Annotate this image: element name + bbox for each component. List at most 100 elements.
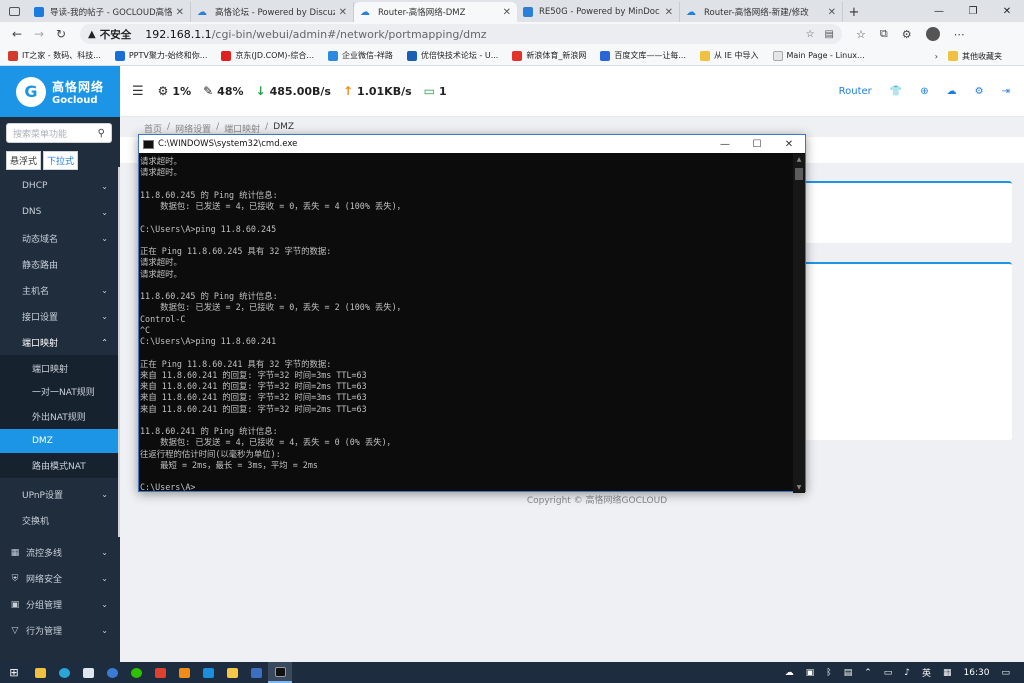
close-window-button[interactable]: ✕: [990, 0, 1024, 22]
scroll-up-icon[interactable]: ▲: [793, 156, 805, 163]
insecure-label[interactable]: 不安全: [100, 27, 132, 42]
maximize-button[interactable]: ❐: [956, 0, 990, 22]
sidebar-item-flow-control[interactable]: ▦ 流控多线 ⌄: [0, 540, 120, 566]
mode-dropdown-button[interactable]: 下拉式: [43, 151, 79, 170]
sidebar-item-upnp[interactable]: UPnP设置 ⌄: [0, 482, 120, 508]
cmd-close-button[interactable]: ✕: [773, 139, 805, 150]
shirt-icon[interactable]: 👕: [890, 86, 902, 97]
close-icon[interactable]: ✕: [503, 7, 511, 18]
submenu-item-outbound-nat[interactable]: 外出NAT规则: [0, 404, 120, 429]
close-icon[interactable]: ✕: [828, 7, 836, 18]
chevron-up-icon[interactable]: ⌃: [864, 668, 872, 678]
app-logo[interactable]: G 高恪网络 Gocloud: [0, 66, 120, 117]
submenu-item-one-to-one-nat[interactable]: 一对一NAT规则: [0, 380, 120, 405]
settings-gear-icon[interactable]: ⚙: [975, 86, 984, 97]
taskbar-wechat[interactable]: [124, 662, 148, 683]
browser-tab-2[interactable]: ☁ 高恪论坛 - Powered by Discuz! ✕: [191, 2, 354, 22]
taskbar-app-blue[interactable]: [196, 662, 220, 683]
sidebar-item-port-mapping[interactable]: 端口映射 ⌃: [0, 329, 120, 355]
sidebar-item-dhcp[interactable]: DHCP ⌄: [0, 173, 120, 199]
bookmark-item[interactable]: PPTV聚力-始终和你...: [114, 50, 207, 61]
sidebar-item-ddns[interactable]: 动态域名 ⌄: [0, 225, 120, 251]
minimize-button[interactable]: —: [922, 0, 956, 22]
bookmark-item[interactable]: 从 IE 中导入: [700, 50, 759, 61]
router-label[interactable]: Router: [839, 86, 872, 97]
sidebar-item-static-route[interactable]: 静态路由: [0, 251, 120, 277]
back-button[interactable]: ←: [6, 27, 28, 41]
cloud-upload-icon[interactable]: ☁: [947, 86, 957, 97]
mode-float-button[interactable]: 悬浮式: [6, 151, 42, 170]
cmd-window[interactable]: C:\WINDOWS\system32\cmd.exe — ☐ ✕ 请求超时。请…: [138, 134, 806, 493]
cmd-output[interactable]: 请求超时。 请求超时。 11.8.60.245 的 Ping 统计信息: 数据包:…: [139, 154, 793, 493]
taskbar-app-red[interactable]: [148, 662, 172, 683]
input-method-icon[interactable]: ▦: [943, 668, 952, 678]
taskbar-store[interactable]: [76, 662, 100, 683]
sidebar-item-switch[interactable]: 交换机: [0, 508, 120, 534]
reload-button[interactable]: ↻: [50, 27, 72, 41]
browser-tab-1[interactable]: 导读-我的帖子 - GOCLOUD高恪 ✕: [28, 2, 191, 22]
bookmark-item[interactable]: IT之家 - 数码、科技...: [8, 50, 101, 61]
submenu-item-port-mapping[interactable]: 端口映射: [0, 355, 120, 380]
cmd-maximize-button[interactable]: ☐: [741, 139, 773, 150]
submenu-item-dmz[interactable]: DMZ: [0, 428, 120, 453]
logout-icon[interactable]: ⇥: [1002, 86, 1010, 97]
extensions-icon[interactable]: ⚙: [902, 28, 912, 41]
sidebar-item-dns[interactable]: DNS ⌄: [0, 199, 120, 225]
profile-avatar[interactable]: [925, 27, 940, 41]
search-icon[interactable]: ⚲: [98, 128, 105, 139]
taskbar-app-yellow[interactable]: [220, 662, 244, 683]
submenu-item-routing-nat[interactable]: 路由模式NAT: [0, 453, 120, 478]
favorites-icon[interactable]: ☆: [856, 28, 866, 41]
scroll-thumb[interactable]: [795, 168, 803, 180]
close-icon[interactable]: ✕: [665, 7, 673, 18]
bookmark-item[interactable]: Main Page - Linux...: [772, 50, 865, 61]
start-button[interactable]: ⊞: [0, 662, 28, 683]
tab-actions-button[interactable]: [0, 0, 28, 22]
taskbar-explorer[interactable]: [28, 662, 52, 683]
sidebar-item-security[interactable]: ⛨ 网络安全 ⌄: [0, 566, 120, 592]
browser-tab-3[interactable]: ☁ Router-高恪网络-DMZ ✕: [354, 2, 517, 22]
forward-button[interactable]: →: [28, 27, 50, 41]
tray-app-icon[interactable]: ▤: [844, 668, 853, 678]
bookmark-item[interactable]: 百度文库——让每...: [600, 50, 686, 61]
bookmark-item[interactable]: 京东(JD.COM)-综合...: [221, 50, 314, 61]
browser-tab-4[interactable]: RE50G - Powered by MinDoc ✕: [517, 2, 680, 22]
chevron-right-icon[interactable]: ›: [935, 52, 938, 61]
cloud-icon[interactable]: ☁: [785, 668, 794, 678]
close-icon[interactable]: ✕: [339, 7, 347, 18]
cmd-minimize-button[interactable]: —: [709, 139, 741, 150]
tray-app-icon[interactable]: ▣: [806, 668, 815, 678]
other-bookmarks-button[interactable]: 其他收藏夹: [948, 51, 1002, 62]
volume-icon[interactable]: ♪: [904, 668, 910, 678]
globe-icon[interactable]: ⊕: [920, 86, 928, 97]
clock-time[interactable]: 16:30: [964, 668, 990, 678]
taskbar-app-orange[interactable]: [172, 662, 196, 683]
scroll-down-icon[interactable]: ▼: [793, 484, 805, 491]
network-icon[interactable]: ▭: [884, 668, 893, 678]
sidebar-item-interface[interactable]: 接口设置 ⌄: [0, 303, 120, 329]
cmd-titlebar[interactable]: C:\WINDOWS\system32\cmd.exe — ☐ ✕: [139, 135, 805, 153]
sidebar-item-groups[interactable]: ▣ 分组管理 ⌄: [0, 592, 120, 618]
taskbar-media[interactable]: [100, 662, 124, 683]
url-input[interactable]: ▲ 不安全 192.168.1.1 /cgi-bin/webui/admin#/…: [80, 24, 842, 44]
bookmark-item[interactable]: 企业微信-祥路: [328, 50, 393, 61]
bookmark-item[interactable]: 优倍快技术论坛 - U...: [406, 50, 498, 61]
bluetooth-icon[interactable]: ᛒ: [826, 668, 831, 678]
tab-grid-icon[interactable]: ▤: [825, 29, 834, 40]
sidebar-item-hostname[interactable]: 主机名 ⌄: [0, 277, 120, 303]
ime-indicator[interactable]: 英: [922, 666, 931, 679]
bookmark-item[interactable]: 新浪体育_新浪网: [512, 50, 586, 61]
taskbar-edge[interactable]: [52, 662, 76, 683]
favorite-star-icon[interactable]: ☆: [806, 29, 815, 40]
more-menu-icon[interactable]: ⋯: [954, 28, 965, 41]
new-tab-button[interactable]: +: [843, 2, 865, 22]
menu-toggle-icon[interactable]: ☰: [132, 84, 144, 99]
close-icon[interactable]: ✕: [176, 7, 184, 18]
notification-icon[interactable]: ▭: [1001, 668, 1010, 678]
menu-search-input[interactable]: 搜索菜单功能 ⚲: [6, 123, 112, 143]
collections-icon[interactable]: ⧉: [880, 27, 888, 41]
taskbar-app-mail[interactable]: [244, 662, 268, 683]
cmd-scrollbar[interactable]: ▲ ▼: [793, 154, 805, 493]
taskbar-cmd[interactable]: [268, 662, 292, 683]
browser-tab-5[interactable]: ☁ Router-高恪网络-新建/修改 ✕: [680, 2, 843, 22]
